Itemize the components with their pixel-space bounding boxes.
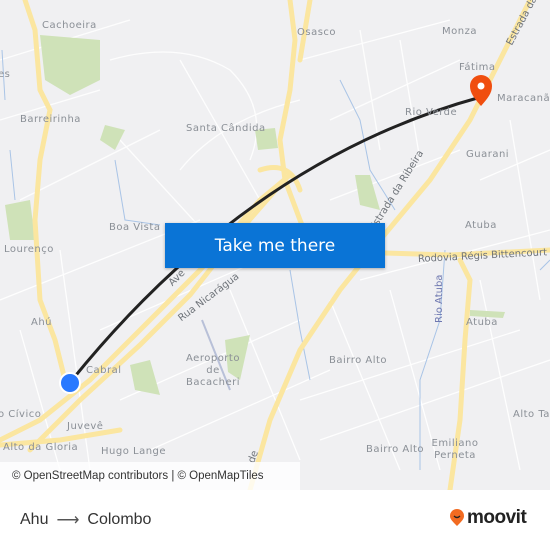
moovit-pin-icon (450, 509, 464, 526)
origin-marker (59, 372, 81, 394)
map-label: Atuba (466, 317, 498, 328)
map-label: Emiliano Perneta (431, 438, 479, 461)
map-label: Lourenço (4, 244, 54, 255)
moovit-logo: moovit (449, 507, 527, 529)
map-label: Hugo Lange (101, 446, 167, 457)
map-label: Atuba (465, 220, 497, 231)
take-me-there-button[interactable]: Take me there (165, 223, 385, 268)
map-label: es (0, 69, 11, 80)
map-label: Osasco (297, 27, 337, 38)
map-label: Ahú (31, 317, 53, 328)
map-label: o Cívico (0, 409, 42, 420)
map-attribution[interactable]: © OpenStreetMap contributors | © OpenMap… (0, 462, 300, 490)
river-label: Rio Atuba (434, 274, 445, 323)
map-label: Boa Vista (109, 222, 161, 233)
trip-summary: Ahu ⟶ Colombo (20, 510, 151, 530)
map[interactable]: Cachoeira Osasco Monza Fátima Maracanã B… (0, 0, 550, 490)
arrow-right-icon: ⟶ (56, 512, 80, 529)
destination-name: Colombo (87, 511, 152, 528)
map-label: Maracanã (497, 93, 550, 104)
map-label: Fátima (459, 62, 496, 73)
destination-pin-icon (470, 75, 492, 106)
map-label: Aeroporto de Bacacheri (186, 353, 240, 388)
map-label: Bairro Alto (366, 444, 425, 455)
map-label: Alto Ta (513, 409, 550, 420)
map-label: Barreirinha (20, 114, 81, 125)
map-label: Santa Cândida (186, 123, 266, 134)
map-label: Rio Verde (405, 107, 458, 118)
map-label: Guarani (466, 149, 510, 160)
map-label: Monza (442, 26, 477, 37)
moovit-wordmark: moovit (467, 507, 527, 528)
map-label: Cachoeira (42, 20, 97, 31)
map-label: Juvevê (67, 421, 104, 432)
map-label: Cabral (86, 365, 122, 376)
origin-name: Ahu (20, 511, 49, 528)
map-label: Bairro Alto (329, 355, 388, 366)
map-label: Alto da Gloria (3, 442, 79, 453)
